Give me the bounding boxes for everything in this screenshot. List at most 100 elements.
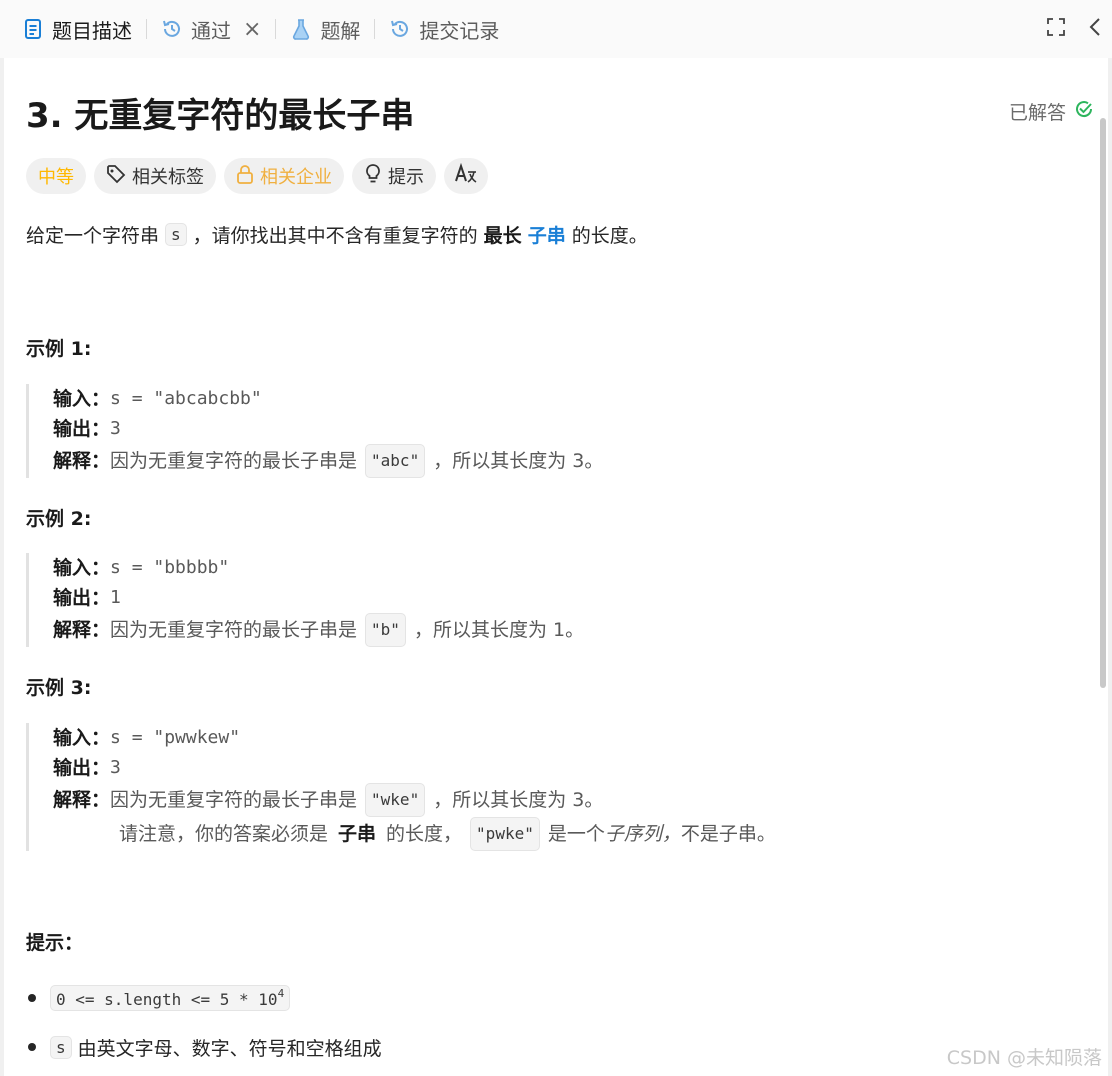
bullet-dot xyxy=(28,1043,36,1051)
output-label: 输出： xyxy=(53,757,111,779)
example-note-row: 请注意，你的答案必须是 子串 的长度， "pwke" 是一个 子序列， 不是子串… xyxy=(53,817,776,851)
inline-code: s xyxy=(165,223,187,246)
explanation-text: 因为无重复字符的最长子串是 xyxy=(110,619,358,641)
lightbulb-icon xyxy=(364,163,382,190)
tab-accepted-label: 通过 xyxy=(191,18,231,43)
solved-status: 已解答 xyxy=(1009,98,1094,125)
example-output-row: 输出： 3 xyxy=(53,753,776,783)
explanation-label: 解释： xyxy=(53,619,111,641)
watermark: CSDN @未知陨落 xyxy=(946,1047,1102,1069)
constraint-code-text: 0 <= s.length <= 5 * 10 xyxy=(56,990,278,1009)
close-icon[interactable]: × xyxy=(243,17,261,42)
explanation-label: 解释： xyxy=(53,450,111,472)
example-explanation-row: 解释： 因为无重复字符的最长子串是 "b" ，所以其长度为 1。 xyxy=(53,613,584,647)
list-item: s 由英文字母、数字、符号和空格组成 xyxy=(26,1029,382,1065)
related-tags-button[interactable]: 相关标签 xyxy=(94,158,216,194)
example-input-row: 输入： s = "pwwkew" xyxy=(53,723,776,753)
bullet-dot xyxy=(28,994,36,1002)
difficulty-label: 中等 xyxy=(38,167,74,188)
inline-code: "wke" xyxy=(365,783,426,817)
collapse-left-icon[interactable] xyxy=(1088,17,1102,41)
example-output: 1 xyxy=(110,587,121,608)
list-item: 0 <= s.length <= 5 * 104 xyxy=(26,980,382,1016)
problem-panel: 3. 无重复字符的最长子串 已解答 中等 相关标签 相关企业 提示 给定一个字符… xyxy=(4,58,1108,1076)
solved-status-label: 已解答 xyxy=(1008,102,1066,124)
example-output-row: 输出： 1 xyxy=(53,583,584,613)
tab-bar: 题目描述 通过 × 题解 提交记录 xyxy=(0,0,1112,58)
example-explanation-row: 解释： 因为无重复字符的最长子串是 "abc" ，所以其长度为 3。 xyxy=(53,444,603,478)
explanation-text: ，所以其长度为 3。 xyxy=(433,789,604,811)
explanation-text: ，所以其长度为 1。 xyxy=(413,619,585,641)
example-1-block: 输入： s = "abcabcbb" 输出： 3 解释： 因为无重复字符的最长子… xyxy=(26,384,603,478)
example-explanation-row: 解释： 因为无重复字符的最长子串是 "wke" ，所以其长度为 3。 xyxy=(53,783,776,817)
difficulty-badge: 中等 xyxy=(26,158,86,194)
note-text: 的长度， xyxy=(386,823,463,845)
tab-submissions-label: 提交记录 xyxy=(419,18,500,43)
tab-description[interactable]: 题目描述 xyxy=(18,0,136,58)
problem-description: 给定一个字符串 s ，请你找出其中不含有重复字符的 最长 子串 的长度。 xyxy=(26,221,648,248)
explanation-text: 因为无重复字符的最长子串是 xyxy=(110,450,358,472)
example-input-row: 输入： s = "abcabcbb" xyxy=(53,384,603,414)
translate-button[interactable] xyxy=(444,158,488,194)
constraint-exponent: 4 xyxy=(277,987,285,1000)
fullscreen-icon[interactable] xyxy=(1046,17,1066,41)
note-text: 请注意，你的答案必须是 xyxy=(119,823,329,845)
history-icon xyxy=(389,18,411,40)
note-text: 是一个 xyxy=(547,823,605,845)
tab-description-label: 题目描述 xyxy=(52,18,132,43)
tab-accepted[interactable]: 通过 × xyxy=(157,0,265,58)
input-label: 输入： xyxy=(53,388,111,410)
tab-solutions[interactable]: 题解 xyxy=(286,0,364,58)
constraints-title: 提示： xyxy=(26,932,84,954)
example-2-block: 输入： s = "bbbbb" 输出： 1 解释： 因为无重复字符的最长子串是 … xyxy=(26,553,584,647)
constraint-line: s 由英文字母、数字、符号和空格组成 xyxy=(50,1034,382,1061)
desc-text-2: ，请你找出其中不含有重复字符的 xyxy=(192,225,478,247)
tab-separator xyxy=(146,19,147,39)
substring-link[interactable]: 子串 xyxy=(528,221,566,248)
desc-strong: 最长 xyxy=(483,225,522,247)
history-icon xyxy=(161,18,183,40)
problem-title: 3. 无重复字符的最长子串 xyxy=(26,96,415,136)
scrollbar[interactable] xyxy=(1100,118,1106,688)
example-3-title: 示例 3: xyxy=(26,677,92,699)
constraints-list: 0 <= s.length <= 5 * 104 s 由英文字母、数字、符号和空… xyxy=(26,980,382,1076)
related-companies-label: 相关企业 xyxy=(260,167,332,188)
example-input: s = "pwwkew" xyxy=(110,727,241,748)
lock-icon xyxy=(236,164,254,189)
related-tags-label: 相关标签 xyxy=(132,167,204,188)
example-output-row: 输出： 3 xyxy=(53,414,603,444)
tab-separator xyxy=(374,19,376,39)
check-circle-icon xyxy=(1074,99,1094,124)
hint-button[interactable]: 提示 xyxy=(352,158,436,194)
note-text: 不是子串。 xyxy=(680,823,776,845)
example-output: 3 xyxy=(110,757,121,778)
desc-text-1: 给定一个字符串 xyxy=(26,225,160,247)
related-companies-button[interactable]: 相关企业 xyxy=(224,158,344,194)
tabbar-actions xyxy=(1046,0,1102,58)
output-label: 输出： xyxy=(53,418,111,440)
input-label: 输入： xyxy=(53,727,111,749)
example-2-title: 示例 2: xyxy=(26,508,92,530)
tab-separator xyxy=(275,19,277,39)
inline-code: s xyxy=(50,1035,72,1059)
translate-icon xyxy=(454,162,478,190)
example-input-row: 输入： s = "bbbbb" xyxy=(53,553,584,583)
example-input: s = "bbbbb" xyxy=(110,557,230,578)
output-label: 输出： xyxy=(53,587,111,609)
explanation-text: 因为无重复字符的最长子串是 xyxy=(110,789,358,811)
example-input: s = "abcabcbb" xyxy=(110,388,262,409)
tag-row: 中等 相关标签 相关企业 提示 xyxy=(26,158,488,194)
explanation-label: 解释： xyxy=(53,789,111,811)
inline-code: "pwke" xyxy=(470,817,540,851)
inline-code: "b" xyxy=(365,613,406,647)
example-3-block: 输入： s = "pwwkew" 输出： 3 解释： 因为无重复字符的最长子串是… xyxy=(26,723,776,851)
note-italic: 子序列， xyxy=(604,823,681,845)
tab-submissions[interactable]: 提交记录 xyxy=(385,0,503,58)
constraint-text: 由英文字母、数字、符号和空格组成 xyxy=(77,1037,382,1060)
inline-code: "abc" xyxy=(365,444,426,478)
note-strong: 子串 xyxy=(338,823,377,845)
constraint-code: 0 <= s.length <= 5 * 104 xyxy=(50,985,291,1011)
tab-solutions-label: 题解 xyxy=(320,18,361,43)
example-output: 3 xyxy=(110,418,121,439)
document-icon xyxy=(22,18,44,40)
